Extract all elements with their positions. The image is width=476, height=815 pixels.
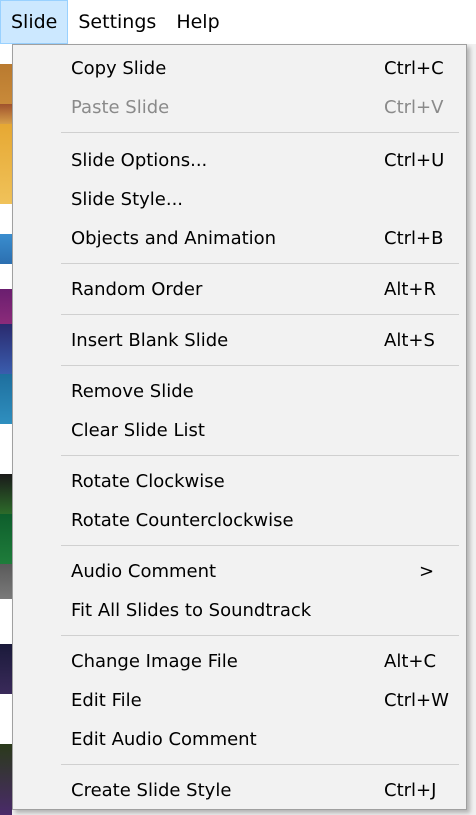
app-window: Slide Settings Help Copy Slide Ctrl+C Pa… (0, 0, 476, 815)
menu-item-edit-file[interactable]: Edit File Ctrl+W (13, 680, 466, 720)
menu-separator (61, 635, 459, 636)
menu-item-label: Clear Slide List (71, 419, 205, 441)
menu-help[interactable]: Help (166, 0, 229, 44)
menu-separator (61, 132, 459, 133)
menu-item-create-slide-style[interactable]: Create Slide Style Ctrl+J (13, 770, 466, 810)
menu-item-shortcut: Ctrl+C (384, 57, 444, 79)
menu-item-label: Remove Slide (71, 380, 194, 402)
menu-item-shortcut: Ctrl+W (384, 689, 449, 711)
menu-item-label: Rotate Counterclockwise (71, 509, 294, 531)
menu-item-label: Audio Comment (71, 560, 217, 582)
menu-item-insert-blank-slide[interactable]: Insert Blank Slide Alt+S (13, 320, 466, 360)
menu-item-shortcut: Ctrl+J (384, 779, 437, 801)
menu-item-label: Copy Slide (71, 57, 167, 79)
menu-item-label: Slide Style... (71, 188, 184, 210)
menu-item-label: Edit Audio Comment (71, 728, 257, 750)
menu-item-edit-audio-comment[interactable]: Edit Audio Comment (13, 719, 466, 759)
menu-separator (61, 365, 459, 366)
menu-item-clear-slide-list[interactable]: Clear Slide List (13, 410, 466, 450)
menu-item-copy-slide[interactable]: Copy Slide Ctrl+C (13, 48, 466, 88)
chevron-right-icon: > (419, 560, 435, 582)
menu-item-fit-all-slides-to-soundtrack[interactable]: Fit All Slides to Soundtrack (13, 590, 466, 630)
menu-item-shortcut: Ctrl+B (384, 227, 444, 249)
menu-slide[interactable]: Slide (0, 0, 69, 44)
menu-separator (61, 314, 459, 315)
menu-item-slide-options[interactable]: Slide Options... Ctrl+U (13, 140, 466, 180)
menu-separator (61, 764, 459, 765)
menu-item-shortcut: Ctrl+V (384, 96, 444, 118)
menu-item-objects-and-animation[interactable]: Objects and Animation Ctrl+B (13, 218, 466, 258)
menu-item-label: Create Slide Style (71, 779, 232, 801)
menu-item-shortcut: Alt+S (384, 329, 435, 351)
menu-item-paste-slide[interactable]: Paste Slide Ctrl+V (13, 87, 466, 127)
slide-dropdown-menu: Copy Slide Ctrl+C Paste Slide Ctrl+V Sli… (12, 44, 467, 810)
menu-item-label: Paste Slide (71, 96, 170, 118)
menu-item-shortcut: Alt+R (384, 278, 436, 300)
menu-item-change-image-file[interactable]: Change Image File Alt+C (13, 641, 466, 681)
menu-item-remove-slide[interactable]: Remove Slide (13, 371, 466, 411)
menu-item-random-order[interactable]: Random Order Alt+R (13, 269, 466, 309)
menu-item-shortcut: Ctrl+U (384, 149, 445, 171)
menu-bar: Slide Settings Help (0, 0, 476, 44)
menu-item-label: Slide Options... (71, 149, 208, 171)
menu-separator (61, 263, 459, 264)
menu-item-rotate-clockwise[interactable]: Rotate Clockwise (13, 461, 466, 501)
background-content (0, 44, 12, 815)
menu-item-label: Edit File (71, 689, 142, 711)
menu-item-audio-comment[interactable]: Audio Comment > (13, 551, 466, 591)
menu-item-label: Random Order (71, 278, 203, 300)
menu-separator (61, 455, 459, 456)
menu-item-label: Insert Blank Slide (71, 329, 229, 351)
menu-item-rotate-counterclockwise[interactable]: Rotate Counterclockwise (13, 500, 466, 540)
menu-item-label: Fit All Slides to Soundtrack (71, 599, 312, 621)
menu-settings[interactable]: Settings (68, 0, 166, 44)
menu-item-label: Change Image File (71, 650, 238, 672)
menu-item-label: Objects and Animation (71, 227, 277, 249)
menu-item-slide-style[interactable]: Slide Style... (13, 179, 466, 219)
menu-item-shortcut: Alt+C (384, 650, 437, 672)
menu-separator (61, 545, 459, 546)
menu-item-label: Rotate Clockwise (71, 470, 225, 492)
